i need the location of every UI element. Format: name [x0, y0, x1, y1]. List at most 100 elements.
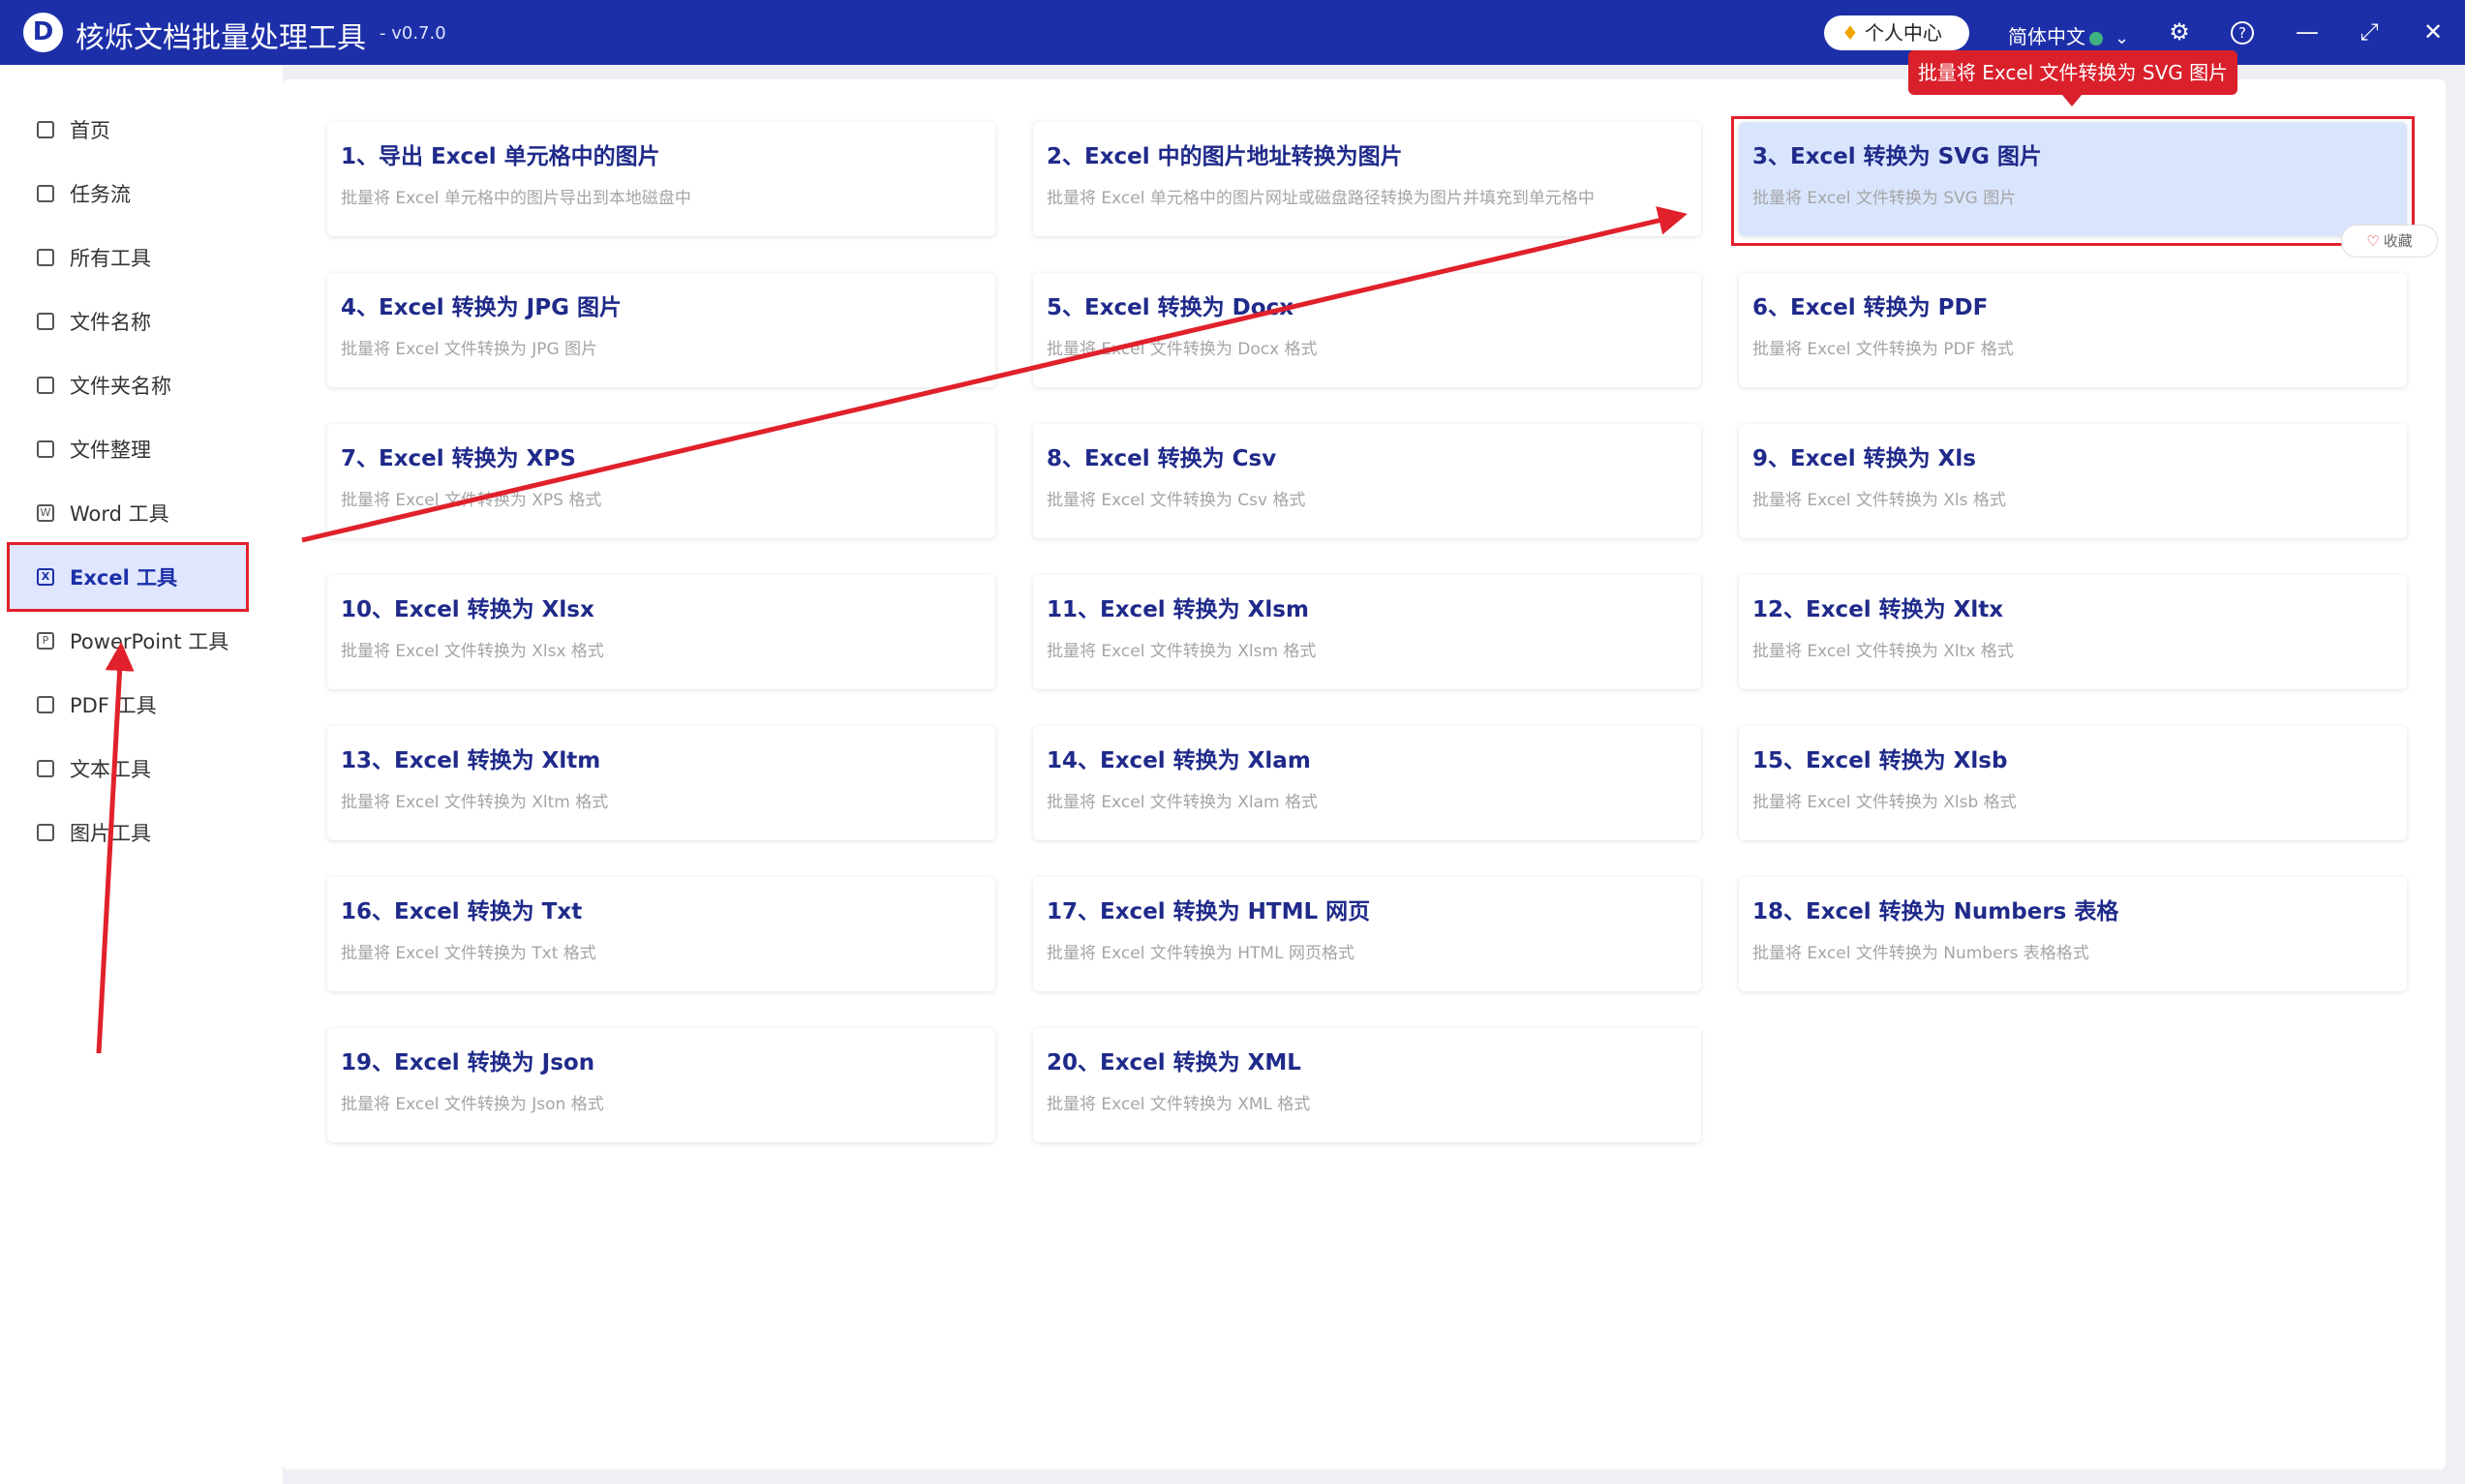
sidebar-item-label: 所有工具 [70, 247, 151, 270]
sidebar-item-label: 文件夹名称 [70, 375, 171, 398]
tool-card[interactable]: 12、Excel 转换为 Xltx 批量将 Excel 文件转换为 Xltx 格式 [1739, 575, 2407, 689]
tool-card[interactable]: 6、Excel 转换为 PDF 批量将 Excel 文件转换为 PDF 格式 [1739, 273, 2407, 387]
word-icon: W [37, 504, 54, 522]
sidebar-item-label: 任务流 [70, 183, 131, 206]
tool-card[interactable]: 14、Excel 转换为 Xlam 批量将 Excel 文件转换为 Xlam 格式 [1033, 726, 1701, 840]
favorite-label: 收藏 [2383, 232, 2413, 250]
sidebar-item-label: PDF 工具 [70, 694, 157, 717]
tool-card[interactable]: 20、Excel 转换为 XML 批量将 Excel 文件转换为 XML 格式 [1033, 1028, 1701, 1142]
tool-card-desc: 批量将 Excel 单元格中的图片导出到本地磁盘中 [341, 189, 691, 208]
tool-card-desc: 批量将 Excel 文件转换为 Numbers 表格格式 [1752, 944, 2089, 963]
tool-card-desc: 批量将 Excel 文件转换为 Csv 格式 [1047, 491, 1306, 510]
sidebar-item-workflow[interactable]: 任务流 [10, 162, 246, 226]
tool-card-title: 10、Excel 转换为 Xlsx [341, 597, 594, 622]
tool-card-desc: 批量将 Excel 文件转换为 PDF 格式 [1752, 340, 2014, 359]
tool-card-title: 4、Excel 转换为 JPG 图片 [341, 295, 622, 320]
minimize-icon[interactable]: — [2293, 17, 2322, 46]
workflow-icon [37, 185, 54, 202]
tool-card-title: 17、Excel 转换为 HTML 网页 [1047, 899, 1371, 924]
sidebar-item-folder-name[interactable]: 文件夹名称 [10, 353, 246, 417]
tool-card-desc: 批量将 Excel 文件转换为 Xltx 格式 [1752, 642, 2014, 661]
sidebar-item-label: PowerPoint 工具 [70, 630, 229, 653]
tool-card-title: 19、Excel 转换为 Json [341, 1050, 595, 1075]
diamond-icon: ♦ [1841, 21, 1859, 45]
tool-card[interactable]: 1、导出 Excel 单元格中的图片批量将 Excel 单元格中的图片导出到本地… [327, 122, 995, 236]
personal-center-label: 个人中心 [1864, 21, 1942, 45]
tool-card[interactable]: 5、Excel 转换为 Docx 批量将 Excel 文件转换为 Docx 格式 [1033, 273, 1701, 387]
sidebar-item-home[interactable]: 首页 [10, 98, 246, 162]
tool-card-desc: 批量将 Excel 文件转换为 Docx 格式 [1047, 340, 1318, 359]
tool-card-desc: 批量将 Excel 文件转换为 Xlsx 格式 [341, 642, 604, 661]
tool-card-title: 1、导出 Excel 单元格中的图片 [341, 144, 660, 169]
organize-icon [37, 440, 54, 458]
sidebar-item-file-name[interactable]: 文件名称 [10, 289, 246, 353]
sidebar-item-all-tools[interactable]: 所有工具 [10, 226, 246, 289]
tool-card-desc: 批量将 Excel 文件转换为 XPS 格式 [341, 491, 602, 510]
tool-card-desc: 批量将 Excel 单元格中的图片网址或磁盘路径转换为图片并填充到单元格中 [1047, 189, 1595, 208]
tool-card-desc: 批量将 Excel 文件转换为 Txt 格式 [341, 944, 596, 963]
tool-card[interactable]: 9、Excel 转换为 Xls 批量将 Excel 文件转换为 Xls 格式 [1739, 424, 2407, 538]
tool-card-title: 11、Excel 转换为 Xlsm [1047, 597, 1309, 622]
tool-card[interactable]: 19、Excel 转换为 Json 批量将 Excel 文件转换为 Json 格式 [327, 1028, 995, 1142]
pdf-icon [37, 696, 54, 713]
excel-icon: X [37, 568, 54, 586]
favorite-button[interactable]: ♡ 收藏 [2341, 225, 2438, 257]
folder-icon [37, 377, 54, 394]
personal-center-button[interactable]: ♦ 个人中心 [1824, 15, 1969, 50]
tool-card[interactable]: 18、Excel 转换为 Numbers 表格 批量将 Excel 文件转换为 N… [1739, 877, 2407, 991]
sidebar-item-word-tools[interactable]: W Word 工具 [10, 481, 246, 545]
tool-card-title: 2、Excel 中的图片地址转换为图片 [1047, 144, 1403, 169]
tool-card-title: 20、Excel 转换为 XML [1047, 1050, 1301, 1075]
sidebar-item-label: Word 工具 [70, 502, 169, 526]
tool-card-desc: 批量将 Excel 文件转换为 XML 格式 [1047, 1095, 1311, 1114]
highlight-box [1731, 116, 2415, 246]
close-icon[interactable]: ✕ [2419, 17, 2448, 46]
tool-card[interactable]: 11、Excel 转换为 Xlsm 批量将 Excel 文件转换为 Xlsm 格式 [1033, 575, 1701, 689]
tool-card-desc: 批量将 Excel 文件转换为 HTML 网页格式 [1047, 944, 1354, 963]
gear-icon[interactable]: ⚙ [2165, 17, 2194, 46]
sidebar-item-file-organize[interactable]: 文件整理 [10, 417, 246, 481]
tool-card[interactable]: 10、Excel 转换为 Xlsx 批量将 Excel 文件转换为 Xlsx 格式 [327, 575, 995, 689]
tool-card[interactable]: 4、Excel 转换为 JPG 图片批量将 Excel 文件转换为 JPG 图片 [327, 273, 995, 387]
tool-card-desc: 批量将 Excel 文件转换为 Xlsb 格式 [1752, 793, 2017, 812]
tool-card-title: 13、Excel 转换为 Xltm [341, 748, 601, 773]
sidebar-item-label: 文件名称 [70, 311, 151, 334]
language-label: 简体中文 [2008, 25, 2085, 48]
tool-card[interactable]: 17、Excel 转换为 HTML 网页批量将 Excel 文件转换为 HTML… [1033, 877, 1701, 991]
tool-card-title: 8、Excel 转换为 Csv [1047, 446, 1277, 471]
tool-card[interactable]: 13、Excel 转换为 Xltm 批量将 Excel 文件转换为 Xltm 格式 [327, 726, 995, 840]
tool-card-title: 5、Excel 转换为 Docx [1047, 295, 1294, 320]
file-icon [37, 313, 54, 330]
sidebar-item-text-tools[interactable]: 文本工具 [10, 737, 246, 801]
tool-card-title: 14、Excel 转换为 Xlam [1047, 748, 1311, 773]
monitor-icon [37, 249, 54, 266]
sidebar-item-excel-tools[interactable]: X Excel 工具 [7, 542, 249, 612]
tool-card-title: 7、Excel 转换为 XPS [341, 446, 576, 471]
tool-card-desc: 批量将 Excel 文件转换为 Xlsm 格式 [1047, 642, 1317, 661]
tool-card-title: 16、Excel 转换为 Txt [341, 899, 583, 924]
tool-card-title: 12、Excel 转换为 Xltx [1752, 597, 2004, 622]
sidebar-item-label: 首页 [70, 119, 110, 142]
sidebar-item-pdf-tools[interactable]: PDF 工具 [10, 673, 246, 737]
app-version: - v0.7.0 [380, 23, 446, 44]
sidebar: 首页 任务流 所有工具 文件名称 文件夹名称 文件整理 W Word 工具 X Ex… [0, 65, 283, 1484]
tool-card-title: 15、Excel 转换为 Xlsb [1752, 748, 2008, 773]
tool-card[interactable]: 15、Excel 转换为 Xlsb 批量将 Excel 文件转换为 Xlsb 格式 [1739, 726, 2407, 840]
tool-card[interactable]: 7、Excel 转换为 XPS 批量将 Excel 文件转换为 XPS 格式 [327, 424, 995, 538]
maximize-icon[interactable]: ⤢ [2355, 17, 2384, 46]
tool-card[interactable]: 8、Excel 转换为 Csv 批量将 Excel 文件转换为 Csv 格式 [1033, 424, 1701, 538]
tooltip: 批量将 Excel 文件转换为 SVG 图片 [1908, 50, 2237, 95]
tool-card-desc: 批量将 Excel 文件转换为 Xls 格式 [1752, 491, 2006, 510]
tool-card-desc: 批量将 Excel 文件转换为 JPG 图片 [341, 340, 598, 359]
tool-card-desc: 批量将 Excel 文件转换为 Xlam 格式 [1047, 793, 1318, 812]
tool-card-desc: 批量将 Excel 文件转换为 Xltm 格式 [341, 793, 609, 812]
sidebar-item-label: 文件整理 [70, 439, 151, 462]
sidebar-item-label: 文本工具 [70, 758, 151, 781]
home-icon [37, 121, 54, 138]
sidebar-item-powerpoint-tools[interactable]: P PowerPoint 工具 [10, 609, 246, 673]
tool-card[interactable]: 2、Excel 中的图片地址转换为图片批量将 Excel 单元格中的图片网址或磁… [1033, 122, 1701, 236]
tool-card[interactable]: 16、Excel 转换为 Txt 批量将 Excel 文件转换为 Txt 格式 [327, 877, 995, 991]
help-icon[interactable]: ? [2231, 21, 2254, 45]
sidebar-item-image-tools[interactable]: 图片工具 [10, 801, 246, 864]
language-select[interactable]: 简体中文 ⌄ [2008, 21, 2129, 49]
